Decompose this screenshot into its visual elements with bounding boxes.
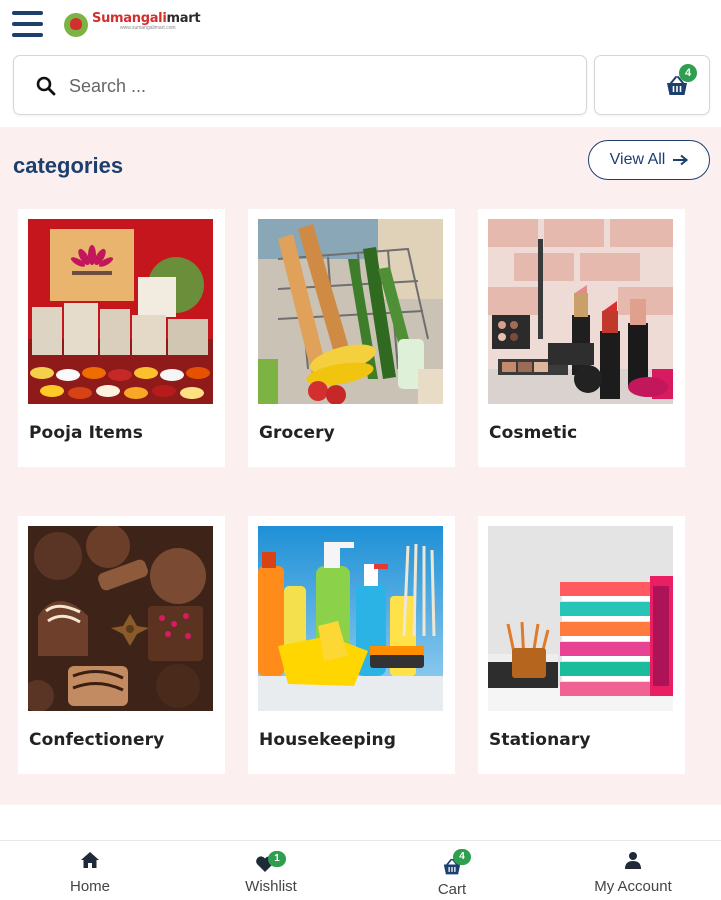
category-label: Housekeeping [259, 730, 397, 750]
category-image [488, 526, 673, 711]
home-icon [81, 852, 99, 868]
header-cart-button[interactable]: 4 [594, 55, 710, 115]
brand-name-part2: mart [166, 11, 201, 26]
category-label: Grocery [259, 423, 335, 443]
nav-wishlist-label: Wishlist [245, 878, 297, 895]
brand-name-part1: Sumangali [92, 11, 167, 26]
view-all-label: View All [609, 151, 666, 168]
menu-icon[interactable] [12, 10, 43, 38]
search-bar [13, 55, 587, 115]
cart-count-badge: 4 [679, 64, 697, 82]
categories-section: categories View All Pooja Items Grocery … [0, 127, 721, 805]
user-icon [625, 852, 641, 869]
nav-my-account-label: My Account [594, 878, 672, 895]
nav-home-label: Home [69, 878, 110, 895]
category-card-housekeeping[interactable]: Housekeeping [248, 516, 455, 774]
category-label: Cosmetic [489, 423, 578, 443]
category-card-cosmetic[interactable]: Cosmetic [478, 209, 685, 467]
search-input[interactable] [69, 70, 569, 102]
category-image [28, 526, 213, 711]
nav-cart-label: Cart [437, 881, 467, 898]
nav-cart[interactable]: 4 Cart [392, 841, 512, 900]
nav-wishlist[interactable]: 1 Wishlist [211, 841, 331, 900]
arrow-right-icon [673, 154, 689, 166]
category-label: Stationary [489, 730, 591, 750]
wishlist-count-badge: 1 [268, 851, 286, 867]
view-all-button[interactable]: View All [588, 140, 710, 180]
category-card-grocery[interactable]: Grocery [248, 209, 455, 467]
nav-home[interactable]: Home [30, 841, 150, 900]
category-image [258, 526, 443, 711]
category-card-confectionery[interactable]: Confectionery [18, 516, 225, 774]
top-bar: Sumangalimart www.sumangalimart.com [0, 0, 721, 50]
search-icon [36, 76, 56, 96]
logo[interactable]: Sumangalimart www.sumangalimart.com [64, 11, 201, 40]
bottom-nav: Home 1 Wishlist 4 Cart My Account [0, 841, 721, 900]
category-card-pooja-items[interactable]: Pooja Items [18, 209, 225, 467]
category-card-stationary[interactable]: Stationary [478, 516, 685, 774]
category-label: Pooja Items [29, 423, 143, 443]
logo-mark-icon [64, 13, 88, 37]
nav-my-account[interactable]: My Account [573, 841, 693, 900]
cart-count-badge: 4 [453, 849, 471, 865]
category-image [28, 219, 213, 404]
category-label: Confectionery [29, 730, 165, 750]
category-image [488, 219, 673, 404]
category-image [258, 219, 443, 404]
brand-tagline: www.sumangalimart.com [120, 25, 176, 31]
section-title: categories [13, 153, 124, 178]
